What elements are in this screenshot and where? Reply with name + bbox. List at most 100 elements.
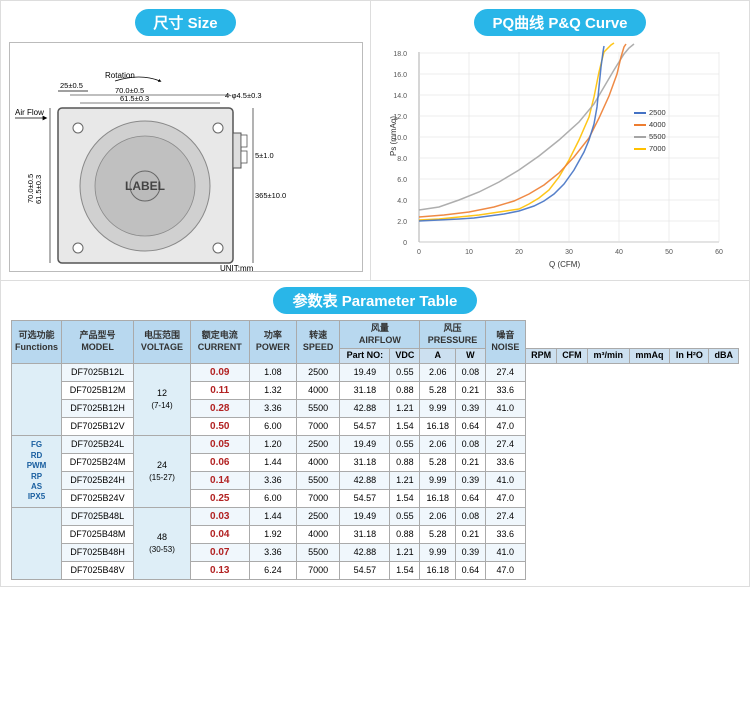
data-cell: 1.21 [390,400,420,418]
svg-text:10: 10 [465,249,473,256]
data-cell: 0.64 [456,418,486,436]
param-table: 可选功能Functions 产品型号MODEL 电压范围VOLTAGE 额定电流… [11,320,739,580]
data-cell: 6.24 [249,562,296,580]
header-voltage: 电压范围VOLTAGE [134,321,191,364]
data-cell: 0.88 [390,526,420,544]
svg-text:40: 40 [615,249,623,256]
subheader-rpm: RPM [526,349,557,364]
table-row: DF7025B12V0.506.00700054.571.5416.180.64… [12,418,739,436]
svg-text:18.0: 18.0 [393,51,407,58]
subheader-mmaq: mmAq [629,349,669,364]
model-cell: DF7025B48M [62,526,134,544]
current-cell: 0.11 [190,382,249,400]
table-row: DF7025B12H0.283.36550042.881.219.990.394… [12,400,739,418]
data-cell: 2.06 [420,508,456,526]
subheader-dba: dBA [709,349,739,364]
data-cell: 2.06 [420,364,456,382]
svg-text:5500: 5500 [649,132,666,141]
svg-text:0: 0 [417,249,421,256]
subheader-a: A [420,349,456,364]
current-cell: 0.13 [190,562,249,580]
data-cell: 16.18 [420,490,456,508]
model-cell: DF7025B12M [62,382,134,400]
subheader-m3min: m³/min [587,349,629,364]
model-cell: DF7025B24H [62,472,134,490]
data-cell: 54.57 [340,562,390,580]
data-cell: 9.99 [420,544,456,562]
svg-text:5±1.0: 5±1.0 [255,151,274,160]
data-cell: 0.88 [390,454,420,472]
header-noise: 噪音NOISE [485,321,525,364]
voltage-cell-12: 12(7-14) [134,364,191,436]
header-partno: Part NO: [340,349,390,364]
data-cell: 27.4 [485,508,525,526]
current-cell: 0.28 [190,400,249,418]
data-cell: 9.99 [420,472,456,490]
pq-title: PQ曲线 P&Q Curve [379,9,741,36]
svg-text:25±0.5: 25±0.5 [60,81,83,90]
data-cell: 5500 [296,544,339,562]
data-cell: 5.28 [420,526,456,544]
param-title-box: 参数表 Parameter Table [273,287,478,314]
data-cell: 19.49 [340,436,390,454]
data-cell: 42.88 [340,544,390,562]
svg-text:20: 20 [515,249,523,256]
data-cell: 47.0 [485,418,525,436]
data-cell: 0.55 [390,364,420,382]
data-cell: 1.92 [249,526,296,544]
data-cell: 4000 [296,382,339,400]
page: 尺寸 Size Air Flow 25±0.5 Rotation [0,0,750,587]
svg-text:61.5±0.3: 61.5±0.3 [34,175,43,204]
svg-text:12.0: 12.0 [393,114,407,121]
data-cell: 5.28 [420,454,456,472]
functions-cell-48 [12,508,62,580]
data-cell: 1.54 [390,490,420,508]
data-cell: 19.49 [340,508,390,526]
data-cell: 7000 [296,562,339,580]
size-title-box: 尺寸 Size [135,9,235,36]
svg-text:30: 30 [565,249,573,256]
pq-section: PQ曲线 P&Q Curve Ps (mmAq) Q (CFM) [371,1,749,280]
svg-text:0: 0 [403,240,407,247]
data-cell: 4000 [296,526,339,544]
data-cell: 2500 [296,364,339,382]
data-cell: 7000 [296,490,339,508]
data-cell: 42.88 [340,400,390,418]
svg-text:2.0: 2.0 [397,219,407,226]
voltage-cell-24: 24(15-27) [134,436,191,508]
svg-text:10.0: 10.0 [393,135,407,142]
functions-cell-12 [12,364,62,436]
svg-text:LABEL: LABEL [125,179,165,193]
current-cell: 0.06 [190,454,249,472]
data-cell: 1.21 [390,472,420,490]
svg-text:14.0: 14.0 [393,93,407,100]
current-cell: 0.14 [190,472,249,490]
data-cell: 31.18 [340,526,390,544]
data-cell: 0.08 [456,364,486,382]
svg-text:6.0: 6.0 [397,177,407,184]
data-cell: 0.21 [456,526,486,544]
data-cell: 5.28 [420,382,456,400]
data-cell: 47.0 [485,562,525,580]
data-cell: 3.36 [249,472,296,490]
model-cell: DF7025B48L [62,508,134,526]
data-cell: 1.54 [390,418,420,436]
data-cell: 1.32 [249,382,296,400]
data-cell: 1.54 [390,562,420,580]
pq-chart: Ps (mmAq) Q (CFM) 0 2.0 4.0 [379,42,741,272]
data-cell: 1.44 [249,454,296,472]
subheader-vdc: VDC [390,349,420,364]
current-cell: 0.50 [190,418,249,436]
data-cell: 7000 [296,418,339,436]
data-cell: 0.55 [390,436,420,454]
subheader-inh2o: In H²O [670,349,709,364]
param-title: 参数表 Parameter Table [11,287,739,314]
data-cell: 0.21 [456,454,486,472]
subheader-w: W [456,349,486,364]
model-cell: DF7025B24V [62,490,134,508]
data-cell: 27.4 [485,364,525,382]
svg-text:16.0: 16.0 [393,72,407,79]
data-cell: 0.64 [456,490,486,508]
size-section: 尺寸 Size Air Flow 25±0.5 Rotation [1,1,371,280]
table-row: DF7025B24H0.143.36550042.881.219.990.394… [12,472,739,490]
